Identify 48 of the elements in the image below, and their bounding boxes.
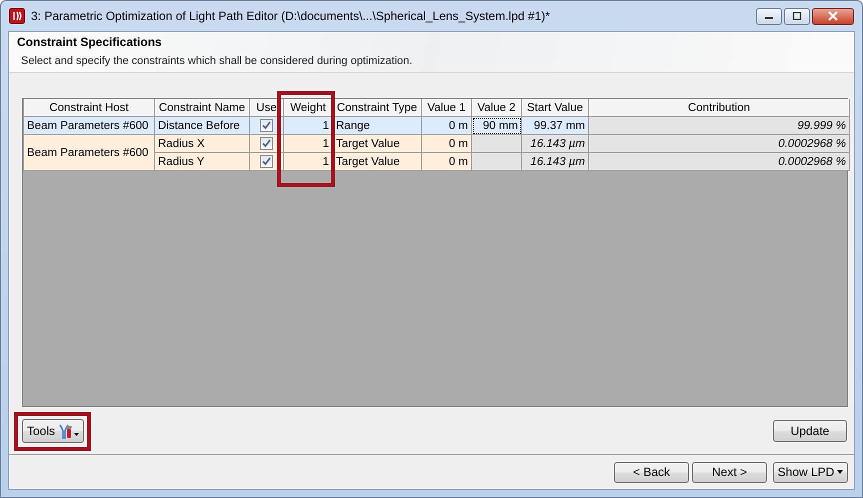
table-cell[interactable]: 1 bbox=[284, 116, 332, 134]
maximize-icon bbox=[792, 12, 802, 20]
checkbox[interactable] bbox=[260, 137, 273, 150]
table-cell: Radius X bbox=[154, 134, 250, 152]
minimize-button[interactable] bbox=[756, 8, 782, 24]
table-cell: 99.999 % bbox=[588, 116, 850, 134]
table-cell[interactable]: 1 bbox=[284, 134, 332, 152]
table-cell: Beam Parameters #600 bbox=[24, 116, 154, 134]
column-header[interactable]: Contribution bbox=[588, 99, 850, 116]
nav-button[interactable]: Show LPD bbox=[773, 462, 848, 482]
table-cell[interactable]: 0 m bbox=[422, 152, 472, 170]
table-cell: Beam Parameters #600 bbox=[24, 134, 154, 170]
app-icon bbox=[9, 8, 25, 24]
column-header[interactable]: Weight bbox=[284, 99, 332, 116]
table-cell: Distance Before bbox=[154, 116, 250, 134]
section-description: Select and specify the constraints which shall be considered during optimization. bbox=[20, 55, 414, 67]
table-cell: 0.0002968 % bbox=[588, 134, 850, 152]
checkbox[interactable] bbox=[260, 155, 273, 168]
table-cell: 16.143 µm bbox=[522, 134, 588, 152]
column-header[interactable]: Value 1 bbox=[422, 99, 472, 116]
table-cell[interactable]: 0 m bbox=[422, 134, 472, 152]
table-cell[interactable]: Target Value bbox=[332, 134, 422, 152]
maximize-button[interactable] bbox=[784, 8, 810, 24]
nav-button[interactable]: < Back bbox=[614, 462, 689, 482]
caret-icon bbox=[837, 470, 844, 474]
table-cell: 0.0002968 % bbox=[588, 152, 850, 170]
column-header[interactable]: Constraint Name bbox=[154, 99, 250, 116]
table-cell: Radius Y bbox=[154, 152, 250, 170]
tools-button[interactable]: Tools bbox=[22, 419, 84, 443]
table-cell: 16.143 µm bbox=[522, 152, 588, 170]
window-title: 3: Parametric Optimization of Light Path Editor (D:\documents\...\Spherical_Lens_System.lpd #1)* bbox=[31, 9, 550, 23]
table-cell[interactable]: Range bbox=[332, 116, 422, 134]
table-cell: 99.37 mm bbox=[522, 116, 588, 134]
checkbox[interactable] bbox=[260, 119, 273, 132]
section-title: Constraint Specifications bbox=[17, 35, 163, 49]
table-cell[interactable]: 1 bbox=[284, 152, 332, 170]
nav-button[interactable]: Next > bbox=[692, 462, 767, 482]
update-button[interactable]: Update bbox=[773, 420, 847, 442]
column-header[interactable]: Constraint Host bbox=[24, 99, 154, 116]
table-cell[interactable]: 90 mm bbox=[472, 116, 522, 134]
column-header[interactable]: Constraint Type bbox=[332, 99, 422, 116]
column-header[interactable]: Start Value bbox=[522, 99, 588, 116]
tools-icon bbox=[58, 423, 80, 439]
table-cell[interactable]: 0 m bbox=[422, 116, 472, 134]
close-icon bbox=[827, 11, 839, 21]
close-button[interactable] bbox=[812, 8, 854, 24]
column-header[interactable]: Value 2 bbox=[472, 99, 522, 116]
table-cell[interactable]: Target Value bbox=[332, 152, 422, 170]
